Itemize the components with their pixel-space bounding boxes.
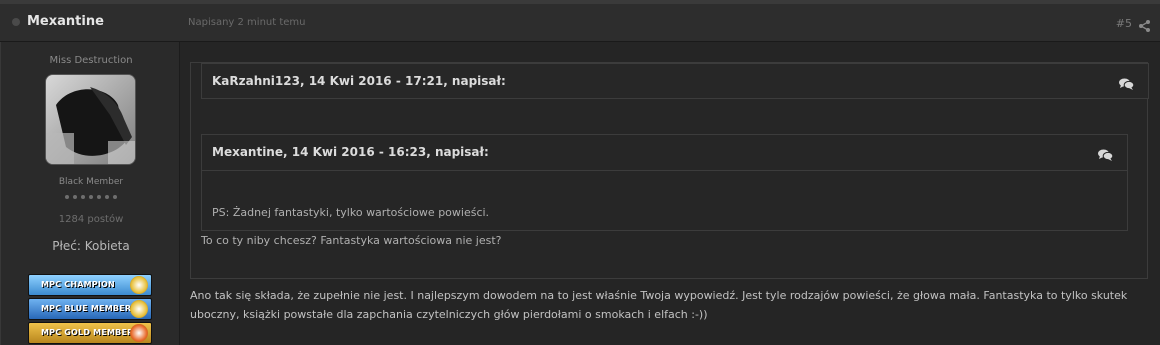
rank-pips <box>1 195 181 199</box>
rank-pip <box>89 195 93 199</box>
post-count: 1284 postów <box>58 214 124 225</box>
award-badge-champion: MPC CHAMPION <box>28 274 152 296</box>
post-number-link[interactable]: #5 <box>1116 17 1132 30</box>
rank-pip <box>105 195 109 199</box>
nested-quote-block: Mexantine, 14 Kwi 2016 - 16:23, napisał:… <box>201 134 1128 231</box>
rank-pip <box>65 195 69 199</box>
offline-dot-icon <box>12 18 20 26</box>
nested-quote-text: PS: Żadnej fantastyki, tylko wartościowe… <box>212 206 490 219</box>
rank-pip <box>73 195 77 199</box>
author-profile-panel: Miss Destruction Black Member 1284 postó… <box>0 42 180 345</box>
user-title: Miss Destruction <box>49 55 133 66</box>
award-label: MPC GOLD MEMBER <box>41 328 134 337</box>
nested-quote-header: Mexantine, 14 Kwi 2016 - 16:23, napisał: <box>202 135 1127 171</box>
speech-bubbles-icon[interactable] <box>1119 75 1135 94</box>
member-group: Black Member <box>58 177 124 187</box>
rank-pip <box>113 195 117 199</box>
gender-field: Płeć: Kobieta <box>52 239 130 253</box>
award-label: MPC CHAMPION <box>41 280 115 289</box>
award-badge-gold-member: MPC GOLD MEMBER <box>28 322 152 344</box>
quote-citation[interactable]: KaRzahni123, 14 Kwi 2016 - 17:21, napisa… <box>212 74 506 88</box>
speech-bubbles-icon[interactable] <box>1098 146 1114 165</box>
avatar[interactable] <box>45 74 136 165</box>
star-icon <box>130 324 148 342</box>
award-badge-blue-member: MPC BLUE MEMBER <box>28 298 152 320</box>
star-icon <box>130 300 148 318</box>
author-name-link[interactable]: Mexantine <box>27 14 104 29</box>
post-header-bar: Mexantine Napisany 2 minut temu #5 <box>0 0 1160 42</box>
rank-pip <box>97 195 101 199</box>
quote-text: To co ty niby chcesz? Fantastyka wartośc… <box>201 234 502 247</box>
share-icon[interactable] <box>1139 17 1150 36</box>
award-label: MPC BLUE MEMBER <box>41 304 132 313</box>
quote-header: KaRzahni123, 14 Kwi 2016 - 17:21, napisa… <box>201 63 1149 99</box>
post-date: Napisany 2 minut temu <box>188 17 306 28</box>
rank-pip <box>81 195 85 199</box>
nested-quote-citation[interactable]: Mexantine, 14 Kwi 2016 - 16:23, napisał: <box>212 145 489 159</box>
quote-block: KaRzahni123, 14 Kwi 2016 - 17:21, napisa… <box>190 62 1149 279</box>
trophy-icon <box>130 276 148 294</box>
post-body-text: Ano tak się składa, że zupełnie nie jest… <box>190 289 1128 321</box>
